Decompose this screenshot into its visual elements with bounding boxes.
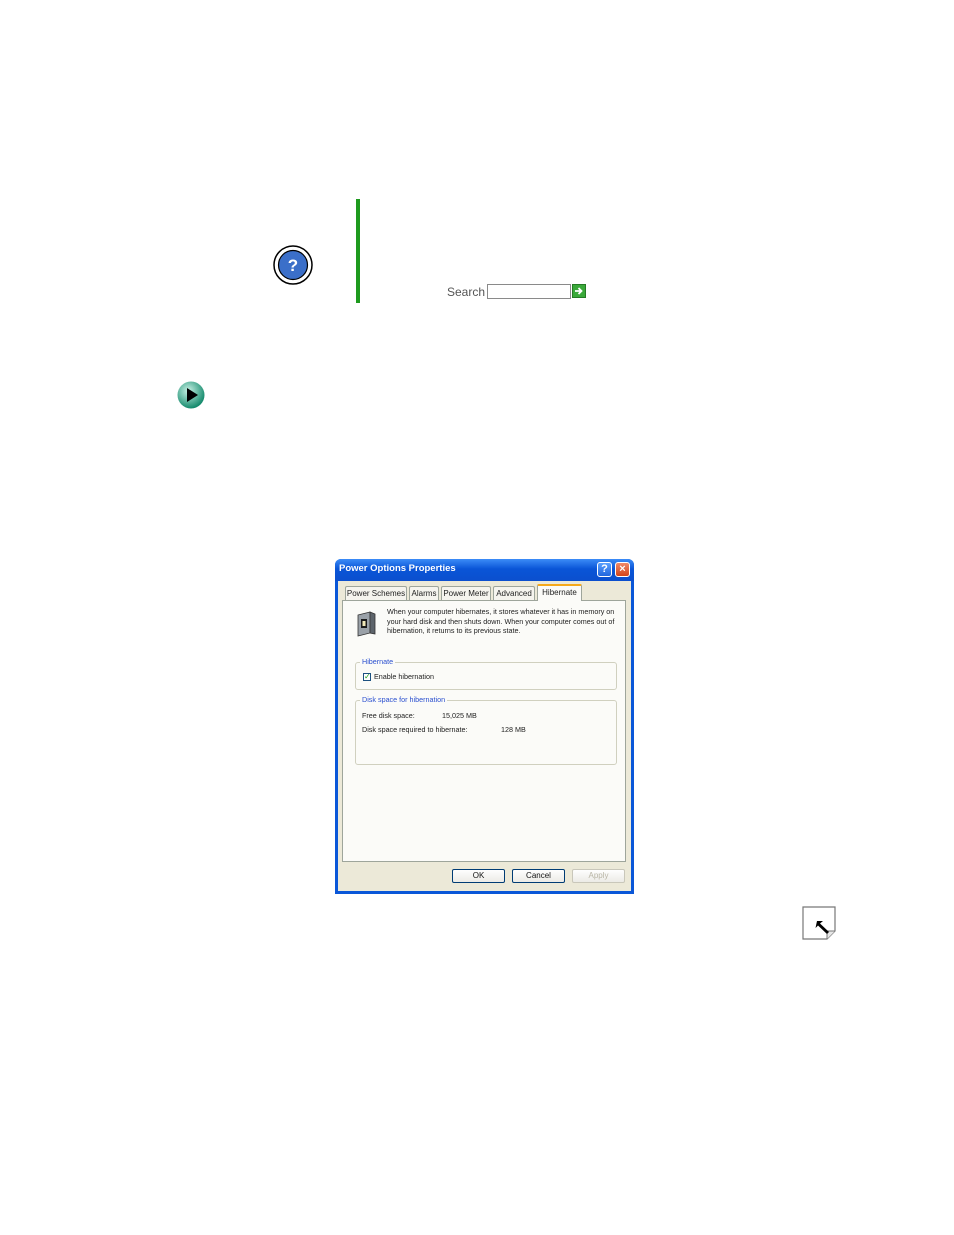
required-disk-space-label: Disk space required to hibernate:: [362, 725, 468, 734]
help-question-icon: ?: [273, 245, 313, 285]
free-disk-space-label: Free disk space:: [362, 711, 415, 720]
hibernate-groupbox: Hibernate ✓ Enable hibernation: [355, 657, 617, 690]
tab-hibernate[interactable]: Hibernate: [537, 584, 582, 601]
hibernate-group-label: Hibernate: [360, 657, 396, 666]
page-turn-icon: [802, 906, 836, 940]
disk-space-groupbox: Disk space for hibernation Free disk spa…: [355, 695, 617, 765]
titlebar-help-button[interactable]: ?: [597, 562, 612, 577]
tab-power-schemes[interactable]: Power Schemes: [345, 586, 407, 600]
search-go-arrow-icon[interactable]: [572, 284, 586, 298]
cancel-button[interactable]: Cancel: [512, 869, 565, 883]
enable-hibernation-label[interactable]: Enable hibernation: [374, 672, 434, 681]
tab-power-meter[interactable]: Power Meter: [441, 586, 491, 600]
apply-button[interactable]: Apply: [572, 869, 625, 883]
hibernate-tab-panel: When your computer hibernates, it stores…: [342, 600, 626, 862]
disk-group-label: Disk space for hibernation: [360, 695, 448, 704]
required-disk-space-value: 128 MB: [501, 725, 526, 734]
power-options-dialog: Power Options Properties ? × Power Schem…: [335, 559, 634, 894]
tab-advanced[interactable]: Advanced: [493, 586, 535, 600]
dialog-client-area: Power Schemes Alarms Power Meter Advance…: [338, 581, 631, 891]
procedure-arrow-icon: [177, 381, 205, 409]
hibernate-computer-icon: [357, 611, 376, 637]
free-disk-space-value: 15,025 MB: [442, 711, 477, 720]
titlebar-close-button[interactable]: ×: [615, 562, 630, 577]
dialog-title: Power Options Properties: [339, 563, 456, 574]
search-label: Search: [447, 285, 486, 299]
ok-button[interactable]: OK: [452, 869, 505, 883]
dialog-titlebar[interactable]: Power Options Properties ? ×: [335, 559, 634, 581]
enable-hibernation-checkbox[interactable]: ✓: [363, 673, 371, 681]
tab-alarms[interactable]: Alarms: [409, 586, 439, 600]
svg-text:?: ?: [288, 256, 298, 275]
tip-divider-bar: [356, 199, 360, 303]
hibernate-description: When your computer hibernates, it stores…: [387, 607, 615, 635]
search-input[interactable]: [487, 284, 571, 299]
